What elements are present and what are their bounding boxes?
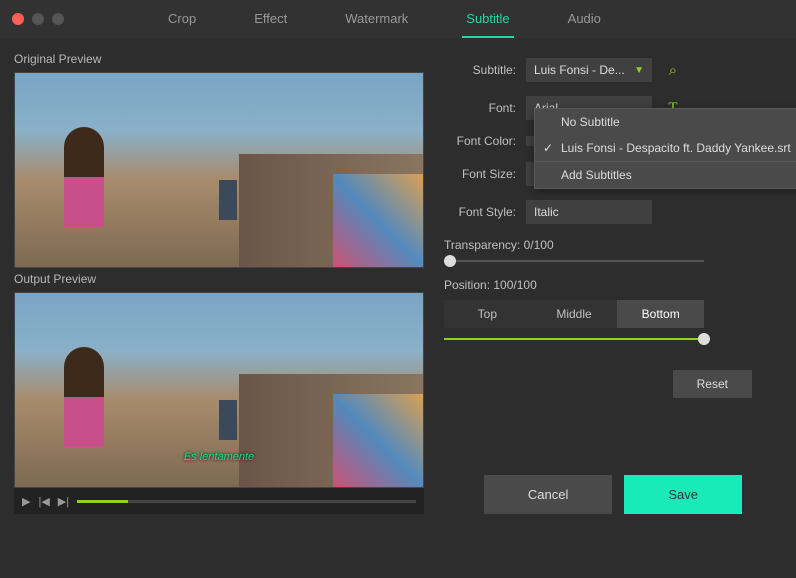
save-button[interactable]: Save bbox=[624, 475, 742, 514]
prev-button[interactable]: |◀ bbox=[38, 495, 49, 508]
reset-button[interactable]: Reset bbox=[673, 370, 752, 398]
next-button[interactable]: ▶| bbox=[58, 495, 69, 508]
progress-bar[interactable] bbox=[77, 500, 416, 503]
subtitle-overlay: Es lentamente bbox=[184, 451, 254, 463]
player-controls: ▶ |◀ ▶| bbox=[14, 488, 424, 514]
position-label: Position: 100/100 bbox=[444, 278, 776, 292]
tab-audio[interactable]: Audio bbox=[564, 1, 605, 38]
output-preview-label: Output Preview bbox=[14, 272, 424, 286]
footer-buttons: Cancel Save bbox=[484, 475, 742, 514]
cancel-button[interactable]: Cancel bbox=[484, 475, 612, 514]
dropdown-item-file[interactable]: ✓Luis Fonsi - Despacito ft. Daddy Yankee… bbox=[535, 135, 796, 161]
tab-crop[interactable]: Crop bbox=[164, 1, 200, 38]
font-style-select[interactable]: Italic bbox=[526, 200, 652, 224]
position-top-button[interactable]: Top bbox=[444, 300, 531, 328]
original-preview-label: Original Preview bbox=[14, 52, 424, 66]
position-middle-button[interactable]: Middle bbox=[531, 300, 618, 328]
font-color-label: Font Color: bbox=[444, 134, 516, 148]
chevron-down-icon: ▼ bbox=[634, 65, 644, 76]
check-icon: ✓ bbox=[543, 141, 553, 155]
subtitle-select[interactable]: Luis Fonsi - De...▼ bbox=[526, 58, 652, 82]
play-button[interactable]: ▶ bbox=[22, 495, 30, 508]
tab-watermark[interactable]: Watermark bbox=[341, 1, 412, 38]
position-bottom-button[interactable]: Bottom bbox=[617, 300, 704, 328]
subtitle-dropdown: No Subtitle ✓Luis Fonsi - Despacito ft. … bbox=[534, 108, 796, 189]
font-size-label: Font Size: bbox=[444, 167, 516, 181]
settings-panel: Subtitle: Luis Fonsi - De...▼ ⌕ Font: Ar… bbox=[438, 48, 782, 514]
titlebar: Crop Effect Watermark Subtitle Audio bbox=[0, 0, 796, 38]
subtitle-label: Subtitle: bbox=[444, 63, 516, 77]
original-preview bbox=[14, 72, 424, 268]
tab-subtitle[interactable]: Subtitle bbox=[462, 1, 513, 38]
dropdown-item-add[interactable]: Add Subtitles bbox=[535, 161, 796, 188]
position-slider[interactable] bbox=[444, 338, 704, 340]
window-controls bbox=[12, 13, 64, 25]
font-style-label: Font Style: bbox=[444, 205, 516, 219]
maximize-window-button[interactable] bbox=[52, 13, 64, 25]
search-icon[interactable]: ⌕ bbox=[662, 59, 684, 81]
preview-column: Original Preview Output Preview Es lenta… bbox=[14, 48, 424, 514]
position-toggle: Top Middle Bottom bbox=[444, 300, 704, 328]
tab-effect[interactable]: Effect bbox=[250, 1, 291, 38]
transparency-label: Transparency: 0/100 bbox=[444, 238, 776, 252]
main-tabs: Crop Effect Watermark Subtitle Audio bbox=[164, 1, 605, 38]
close-window-button[interactable] bbox=[12, 13, 24, 25]
output-preview: Es lentamente bbox=[14, 292, 424, 488]
font-label: Font: bbox=[444, 101, 516, 115]
transparency-slider[interactable] bbox=[444, 260, 704, 262]
dropdown-item-no-subtitle[interactable]: No Subtitle bbox=[535, 109, 796, 135]
minimize-window-button[interactable] bbox=[32, 13, 44, 25]
